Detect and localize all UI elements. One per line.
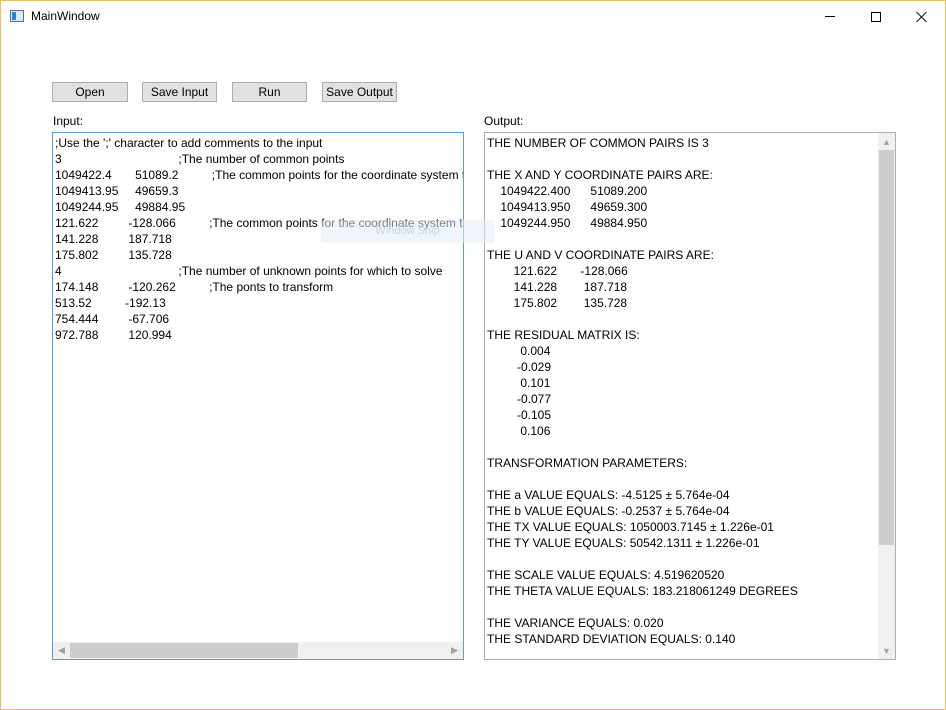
minimize-icon [825,16,835,17]
maximize-button[interactable] [853,1,899,32]
output-line: 1049413.950 49659.300 [487,200,648,214]
input-line: ;Use the ';' character to add comments t… [55,136,323,150]
output-line: THE THETA VALUE EQUALS: 183.218061249 DE… [487,584,798,598]
output-line: THE TX VALUE EQUALS: 1050003.7145 ± 1.22… [487,520,774,534]
output-line: THE RESIDUAL MATRIX IS: [487,328,640,342]
save-output-button[interactable]: Save Output [322,82,397,102]
output-line: 141.228 187.718 [487,280,628,294]
output-vertical-scrollbar[interactable]: ▲ ▼ [878,133,895,659]
output-line: -0.029 [487,360,552,374]
app-icon [10,10,24,22]
output-line: 175.802 135.728 [487,296,628,310]
output-line: 1049422.400 51089.200 [487,184,648,198]
title-bar[interactable]: MainWindow [1,1,945,32]
scroll-right-icon[interactable]: ▶ [446,642,463,659]
window-title: MainWindow [31,9,100,23]
output-line: -0.105 [487,408,552,422]
input-line: 175.802 135.728 [55,248,172,262]
input-line: 1049422.4 51089.2 ;The common points for… [55,168,464,182]
maximize-icon [871,11,881,22]
input-label: Input: [53,114,84,128]
window-snip-overlay: Window Snip [321,220,494,243]
output-line: THE NUMBER OF COMMON PAIRS IS 3 [487,136,709,150]
output-line: TRANSFORMATION PARAMETERS: [487,456,688,470]
input-line: 3 ;The number of common points [55,152,345,166]
vertical-scroll-thumb[interactable] [879,150,894,545]
minimize-button[interactable] [807,1,853,32]
output-label: Output: [484,114,524,128]
input-line: 1049413.95 49659.3 [55,184,179,198]
input-line: 754.444 -67.706 [55,312,170,326]
input-line: 972.788 120.994 [55,328,172,342]
input-line: 141.228 187.718 [55,232,172,246]
open-button[interactable]: Open [52,82,128,102]
close-icon [916,11,928,23]
output-line: 0.004 [487,344,551,358]
output-line: 0.101 [487,376,551,390]
output-line: THE a VALUE EQUALS: -4.5125 ± 5.764e-04 [487,488,730,502]
input-line: 4 ;The number of unknown points for whic… [55,264,443,278]
input-textbox[interactable]: ;Use the ';' character to add comments t… [52,132,464,660]
output-line: THE X AND Y COORDINATE PAIRS ARE: [487,168,713,182]
output-line: THE b VALUE EQUALS: -0.2537 ± 5.764e-04 [487,504,730,518]
input-horizontal-scrollbar[interactable]: ◀ ▶ [53,642,463,659]
input-line: 1049244.95 49884.95 [55,200,186,214]
save-input-button[interactable]: Save Input [142,82,217,102]
scroll-down-icon[interactable]: ▼ [878,642,895,659]
output-line: THE U AND V COORDINATE PAIRS ARE: [487,248,714,262]
output-line: THE VARIANCE EQUALS: 0.020 [487,616,664,630]
output-line: 1049244.950 49884.950 [487,216,648,230]
output-line: 121.622 -128.066 [487,264,628,278]
output-line: 0.106 [487,424,551,438]
output-textbox[interactable]: THE NUMBER OF COMMON PAIRS IS 3 THE X AND… [484,132,896,660]
run-button[interactable]: Run [232,82,307,102]
scroll-left-icon[interactable]: ◀ [53,642,70,659]
output-line: THE TY VALUE EQUALS: 50542.1311 ± 1.226e… [487,536,760,550]
input-line: 174.148 -120.262 ;The ponts to transform [55,280,334,294]
close-button[interactable] [899,1,945,32]
horizontal-scroll-thumb[interactable] [70,643,298,658]
output-line: THE STANDARD DEVIATION EQUALS: 0.140 [487,632,736,646]
scroll-up-icon[interactable]: ▲ [878,133,895,150]
output-line: -0.077 [487,392,552,406]
input-line: 513.52 -192.13 [55,296,166,310]
output-line: THE SCALE VALUE EQUALS: 4.519620520 [487,568,725,582]
main-window: MainWindow Open Save Input Run Save Outp… [0,0,946,710]
